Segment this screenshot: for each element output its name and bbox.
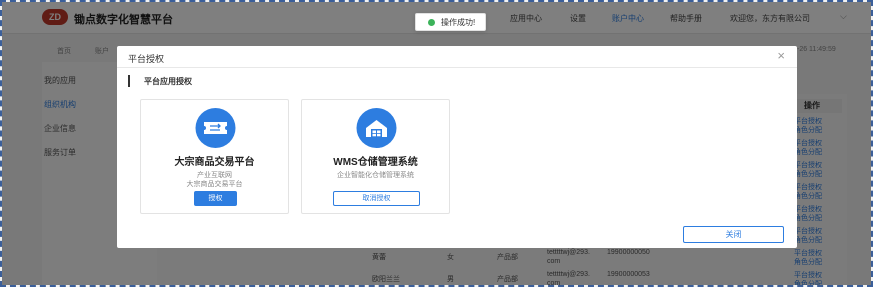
app-name: WMS仓储管理系统 [333,157,418,168]
app-desc-secondary: 大宗商品交易平台 [186,181,243,188]
success-icon [428,18,435,26]
close-icon[interactable]: × [777,49,785,63]
warehouse-icon [346,108,407,148]
ticket-icon [185,108,246,148]
app-name: 大宗商品交易平台 [174,157,255,168]
app-card-commodity: 大宗商品交易平台 产业互联网 大宗商品交易平台 授权 [140,99,289,214]
toast-message: 操作成功! [441,17,476,27]
app-frame: ZD 锄点数字化智慧平台 应用中心 设置 账户中心 帮助手册 欢迎您，东方有限公… [0,0,873,287]
app-card-wms: WMS仓储管理系统 企业智能化仓储管理系统 取消授权 [301,99,450,214]
authorize-button[interactable]: 授权 [194,191,237,206]
dialog-close-button[interactable]: 关闭 [683,226,784,243]
dialog-header: 平台授权 × [117,46,797,68]
platform-auth-dialog: 平台授权 × 平台应用授权 大宗商品交易平台 产业互联网 大宗商品交易平台 授权 [117,46,797,248]
success-toast: 操作成功! [415,13,487,31]
section-marker [128,75,130,87]
revoke-authorization-button[interactable]: 取消授权 [333,191,420,206]
dialog-title: 平台授权 [128,54,165,64]
app-desc: 企业智能化仓储管理系统 [337,172,414,179]
section-title: 平台应用授权 [144,77,192,86]
